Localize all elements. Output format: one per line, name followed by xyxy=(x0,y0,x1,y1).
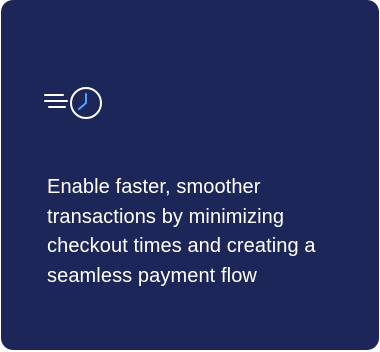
feature-card: Enable faster, smoother transactions by … xyxy=(1,0,379,350)
fast-clock-icon xyxy=(43,85,107,125)
feature-description: Enable faster, smoother transactions by … xyxy=(47,176,316,287)
